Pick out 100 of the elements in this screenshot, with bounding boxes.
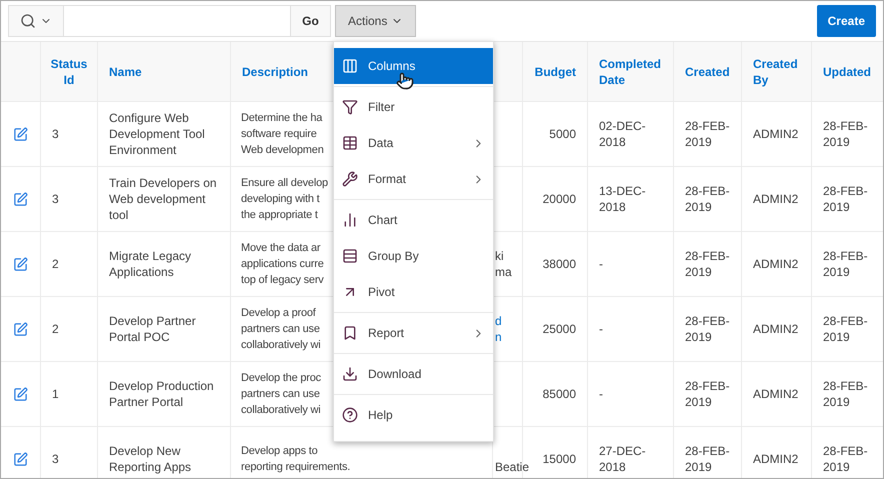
budget-text: 5000 bbox=[549, 126, 576, 143]
created-date-text: 28-FEB-2019 bbox=[685, 183, 730, 215]
status-id-text: 3 bbox=[52, 126, 59, 143]
project-name-text: Develop New Reporting Apps bbox=[109, 443, 192, 475]
download-icon bbox=[342, 366, 358, 382]
description-text: collaboratively wi bbox=[241, 403, 321, 418]
description-text: Ensure all develop bbox=[241, 176, 328, 191]
column-header[interactable]: Description bbox=[242, 64, 308, 80]
created-date-text: 28-FEB-2019 bbox=[685, 248, 730, 280]
edit-icon[interactable] bbox=[13, 126, 28, 142]
menu-item[interactable]: Data bbox=[334, 125, 493, 161]
rows-icon bbox=[342, 248, 358, 264]
budget-text: 85000 bbox=[542, 386, 576, 403]
created-by-text: ADMIN2 bbox=[753, 321, 798, 338]
completed-date-text: - bbox=[599, 256, 604, 272]
updated-date-text: 28-FEB-2019 bbox=[823, 183, 869, 215]
completed-date-text: 02-DEC-2018 bbox=[599, 118, 647, 150]
description-text: reporting requirements. bbox=[241, 460, 350, 475]
bar-chart-icon bbox=[342, 212, 358, 228]
project-name-text: Develop Production Partner Portal bbox=[109, 378, 215, 410]
column-header[interactable]: Status Id bbox=[50, 56, 88, 88]
updated-date-text: 28-FEB-2019 bbox=[823, 443, 869, 475]
description-text: Move the data ar bbox=[241, 241, 322, 256]
description-text: software require bbox=[241, 127, 318, 142]
updated-date-text: 28-FEB-2019 bbox=[823, 378, 869, 410]
created-by-text: ADMIN2 bbox=[753, 451, 798, 468]
budget-text: 38000 bbox=[542, 256, 576, 273]
menu-item[interactable]: Pivot bbox=[334, 274, 493, 310]
description-text: developing with t bbox=[241, 192, 321, 207]
description-text: applications curre bbox=[241, 257, 324, 272]
description-text: collaboratively wi bbox=[241, 338, 321, 353]
created-date-text: 28-FEB-2019 bbox=[685, 118, 730, 150]
link[interactable]: d bbox=[495, 313, 502, 329]
column-header[interactable]: Name bbox=[109, 64, 142, 80]
updated-date-text: 28-FEB-2019 bbox=[823, 313, 869, 345]
description-text: partners can use bbox=[241, 387, 321, 402]
project-name-text: Configure Web Development Tool Environment bbox=[109, 110, 206, 158]
budget-text: 25000 bbox=[542, 321, 576, 338]
wrench-icon bbox=[342, 171, 358, 187]
completed-date-text: - bbox=[599, 386, 604, 402]
column-header[interactable]: Created By bbox=[753, 56, 800, 88]
hand-cursor-icon bbox=[396, 72, 414, 90]
created-by-text: ADMIN2 bbox=[753, 126, 798, 143]
bookmark-icon bbox=[342, 325, 358, 341]
project-name-text: Migrate Legacy Applications bbox=[109, 248, 192, 280]
description-text: partners can use bbox=[241, 322, 321, 337]
menu-item[interactable]: Download bbox=[334, 356, 493, 392]
updated-date-text: 28-FEB-2019 bbox=[823, 248, 869, 280]
edit-icon[interactable] bbox=[13, 256, 28, 272]
status-id-text: 2 bbox=[52, 256, 59, 273]
menu-item[interactable]: Filter bbox=[334, 89, 493, 125]
cell-text: Beatie bbox=[495, 459, 530, 475]
edit-icon[interactable] bbox=[13, 452, 28, 466]
updated-date-text: 28-FEB-2019 bbox=[823, 118, 869, 150]
menu-item[interactable]: Chart bbox=[334, 202, 493, 238]
description-text: Determine the ha bbox=[241, 111, 324, 126]
description-text: Develop apps to bbox=[241, 444, 318, 459]
column-header[interactable]: Completed Date bbox=[599, 56, 662, 88]
table-icon bbox=[342, 135, 358, 151]
status-id-text: 3 bbox=[52, 451, 59, 468]
column-header[interactable]: Created bbox=[685, 64, 730, 80]
search-icon bbox=[20, 13, 36, 29]
create-button[interactable]: Create bbox=[816, 5, 876, 37]
description-text: top of legacy serv bbox=[241, 273, 324, 288]
created-date-text: 28-FEB-2019 bbox=[685, 443, 730, 475]
funnel-icon bbox=[342, 99, 358, 115]
created-by-text: ADMIN2 bbox=[753, 191, 798, 208]
go-button[interactable]: Go bbox=[290, 6, 330, 36]
description-text: Develop the proc bbox=[241, 371, 321, 386]
created-by-text: ADMIN2 bbox=[753, 256, 798, 273]
menu-item[interactable]: Group By bbox=[334, 238, 493, 274]
project-name-text: Train Developers on Web development tool bbox=[109, 175, 218, 223]
cell-text: ma bbox=[495, 264, 512, 280]
budget-text: 20000 bbox=[542, 191, 576, 208]
search-dropdown-button[interactable] bbox=[9, 6, 64, 36]
project-name-text: Develop Partner Portal POC bbox=[109, 313, 197, 345]
status-id-text: 3 bbox=[52, 191, 59, 208]
edit-icon[interactable] bbox=[13, 322, 28, 336]
link[interactable]: n bbox=[495, 329, 502, 345]
created-date-text: 28-FEB-2019 bbox=[685, 313, 730, 345]
completed-date-text: 27-DEC-2018 bbox=[599, 443, 647, 475]
column-header[interactable]: Budget bbox=[534, 64, 576, 80]
menu-item[interactable]: Format bbox=[334, 161, 493, 197]
completed-date-text: - bbox=[599, 321, 604, 337]
actions-button[interactable]: Actions bbox=[335, 5, 416, 37]
description-text: the appropriate t bbox=[241, 208, 319, 223]
description-text: Web developmen bbox=[241, 143, 324, 158]
menu-item[interactable]: Help bbox=[334, 397, 493, 433]
edit-icon[interactable] bbox=[13, 192, 28, 206]
budget-text: 15000 bbox=[542, 451, 576, 468]
description-text: Develop a proof bbox=[241, 306, 317, 321]
created-by-text: ADMIN2 bbox=[753, 386, 798, 403]
menu-item[interactable]: Report bbox=[334, 315, 493, 351]
edit-icon[interactable] bbox=[13, 386, 28, 402]
columns-icon bbox=[342, 58, 358, 74]
created-date-text: 28-FEB-2019 bbox=[685, 378, 730, 410]
help-icon bbox=[342, 407, 358, 423]
column-header[interactable]: Updated bbox=[823, 64, 871, 80]
status-id-text: 1 bbox=[52, 386, 59, 403]
status-id-text: 2 bbox=[52, 321, 59, 338]
